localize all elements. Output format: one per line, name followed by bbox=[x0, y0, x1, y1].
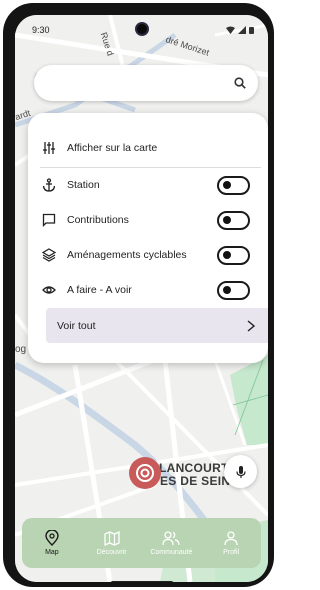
nav-item-map[interactable]: Map bbox=[24, 530, 80, 556]
layers-icon bbox=[41, 247, 57, 263]
station-toggle[interactable] bbox=[217, 175, 250, 195]
nav-item-profile[interactable]: Profil bbox=[203, 530, 259, 556]
see-all-button[interactable]: Voir tout bbox=[46, 308, 268, 343]
menu-item-label: Station bbox=[67, 179, 100, 191]
menu-item-station: Station bbox=[28, 172, 268, 198]
contributions-toggle[interactable] bbox=[217, 210, 250, 230]
menu-item-label: Contributions bbox=[67, 214, 129, 226]
user-icon bbox=[224, 530, 238, 545]
search-bar[interactable] bbox=[34, 65, 258, 101]
location-marker[interactable] bbox=[129, 457, 161, 489]
front-camera bbox=[135, 22, 149, 36]
users-icon bbox=[162, 530, 181, 545]
map-place-line: ES DE SEIN bbox=[160, 474, 231, 488]
menu-header: Afficher sur la carte bbox=[28, 135, 268, 161]
map-place-label: LANCOURT ES DE SEIN bbox=[159, 462, 230, 488]
nav-item-community[interactable]: Communauté bbox=[143, 530, 199, 556]
nav-item-discover[interactable]: Découvrir bbox=[84, 530, 140, 556]
menu-divider bbox=[40, 167, 261, 168]
map-layers-menu: Afficher sur la carte Station Contributi… bbox=[28, 113, 268, 363]
cycling-toggle[interactable] bbox=[217, 245, 250, 265]
nav-label: Map bbox=[45, 549, 59, 556]
menu-item-contributions: Contributions bbox=[28, 207, 268, 233]
map-street-label: og bbox=[15, 344, 27, 355]
wifi-icon bbox=[226, 26, 235, 34]
anchor-icon bbox=[41, 177, 57, 193]
nav-label: Communauté bbox=[150, 548, 193, 556]
menu-item-label: Aménagements cyclables bbox=[67, 249, 187, 261]
see-all-label: Voir tout bbox=[57, 319, 96, 332]
chevron-right-icon bbox=[247, 319, 256, 332]
bottom-navigation: Map Découvrir Communauté Profil bbox=[22, 518, 261, 568]
target-icon bbox=[136, 464, 154, 482]
nav-label: Découvrir bbox=[96, 548, 127, 556]
home-indicator bbox=[111, 581, 173, 582]
battery-icon bbox=[249, 27, 254, 34]
microphone-icon bbox=[235, 465, 246, 478]
map-icon bbox=[103, 530, 120, 546]
search-icon[interactable] bbox=[234, 77, 246, 89]
microphone-button[interactable] bbox=[224, 455, 257, 488]
map-pin-icon bbox=[45, 530, 59, 546]
signal-icon bbox=[238, 26, 246, 34]
eye-icon bbox=[41, 282, 57, 298]
menu-item-label: A faire - A voir bbox=[67, 284, 132, 296]
comment-icon bbox=[41, 212, 57, 228]
sliders-icon bbox=[41, 140, 57, 156]
menu-item-todo: A faire - A voir bbox=[28, 277, 268, 303]
app-screen: dré Morizet Rue d ardt og 9:30 Afficher … bbox=[15, 15, 268, 582]
status-icons bbox=[226, 26, 254, 34]
menu-header-label: Afficher sur la carte bbox=[67, 142, 158, 154]
todo-toggle[interactable] bbox=[217, 280, 250, 300]
phone-frame: dré Morizet Rue d ardt og 9:30 Afficher … bbox=[3, 3, 274, 587]
menu-item-cycling: Aménagements cyclables bbox=[28, 242, 268, 268]
nav-label: Profil bbox=[223, 548, 240, 556]
status-time: 9:30 bbox=[32, 25, 50, 35]
